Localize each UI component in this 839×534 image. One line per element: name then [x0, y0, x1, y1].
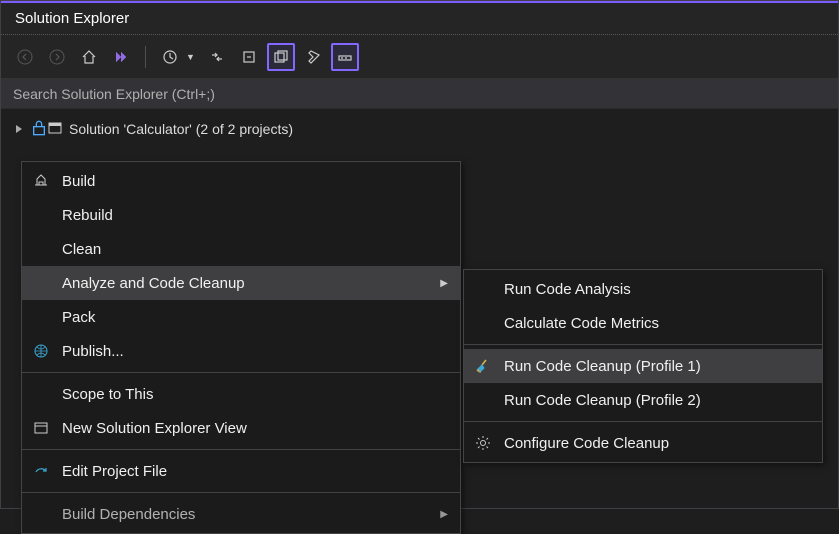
globe-icon	[30, 340, 52, 362]
home-button[interactable]	[75, 43, 103, 71]
menu-separator	[22, 372, 460, 373]
submenu-configure[interactable]: Configure Code Cleanup	[464, 426, 822, 460]
submenu-run-analysis[interactable]: Run Code Analysis	[464, 272, 822, 306]
solution-tree: Solution 'Calculator' (2 of 2 projects)	[1, 109, 838, 149]
preview-selected-button[interactable]	[331, 43, 359, 71]
solution-node[interactable]: Solution 'Calculator' (2 of 2 projects)	[1, 117, 838, 141]
solution-label: Solution 'Calculator' (2 of 2 projects)	[69, 121, 293, 137]
pending-changes-filter-button[interactable]	[156, 43, 184, 71]
gear-icon	[472, 432, 494, 454]
submenu-cleanup-profile1[interactable]: Run Code Cleanup (Profile 1)	[464, 349, 822, 383]
menu-label: Publish...	[62, 343, 448, 360]
submenu-calc-metrics[interactable]: Calculate Code Metrics	[464, 306, 822, 340]
search-placeholder: Search Solution Explorer (Ctrl+;)	[13, 86, 215, 102]
analyze-submenu: Run Code Analysis Calculate Code Metrics…	[463, 269, 823, 463]
menu-label: Run Code Cleanup (Profile 1)	[504, 358, 810, 375]
menu-label: Build Dependencies	[62, 506, 430, 523]
menu-scope[interactable]: Scope to This	[22, 377, 460, 411]
menu-build-deps[interactable]: Build Dependencies ▶	[22, 497, 460, 531]
submenu-arrow-icon: ▶	[440, 509, 448, 520]
menu-separator	[464, 421, 822, 422]
build-icon	[30, 170, 52, 192]
menu-label: Build	[62, 173, 448, 190]
menu-label: Analyze and Code Cleanup	[62, 275, 430, 292]
menu-edit-project[interactable]: Edit Project File	[22, 454, 460, 488]
menu-label: Edit Project File	[62, 463, 448, 480]
menu-build[interactable]: Build	[22, 164, 460, 198]
menu-separator	[22, 449, 460, 450]
menu-separator	[464, 344, 822, 345]
toolbar-separator	[145, 46, 146, 68]
project-context-menu: Build Rebuild Clean Analyze and Code Cle…	[21, 161, 461, 534]
menu-publish[interactable]: Publish...	[22, 334, 460, 368]
dropdown-chevron-icon[interactable]: ▼	[186, 52, 195, 62]
menu-label: Calculate Code Metrics	[504, 315, 810, 332]
search-input[interactable]: Search Solution Explorer (Ctrl+;)	[1, 79, 838, 109]
menu-label: Run Code Cleanup (Profile 2)	[504, 392, 810, 409]
menu-label: Rebuild	[62, 207, 448, 224]
expand-icon[interactable]	[13, 123, 25, 135]
lock-icon	[31, 120, 41, 139]
menu-label: Scope to This	[62, 386, 448, 403]
menu-label: New Solution Explorer View	[62, 420, 448, 437]
properties-button[interactable]	[299, 43, 327, 71]
submenu-cleanup-profile2[interactable]: Run Code Cleanup (Profile 2)	[464, 383, 822, 417]
back-button[interactable]	[11, 43, 39, 71]
menu-clean[interactable]: Clean	[22, 232, 460, 266]
menu-rebuild[interactable]: Rebuild	[22, 198, 460, 232]
window-icon	[30, 417, 52, 439]
menu-label: Clean	[62, 241, 448, 258]
menu-label: Configure Code Cleanup	[504, 435, 810, 452]
sync-button[interactable]	[203, 43, 231, 71]
switch-views-button[interactable]	[107, 43, 135, 71]
menu-new-view[interactable]: New Solution Explorer View	[22, 411, 460, 445]
toolbar: ▼	[1, 35, 838, 79]
menu-analyze[interactable]: Analyze and Code Cleanup ▶	[22, 266, 460, 300]
menu-separator	[22, 492, 460, 493]
submenu-arrow-icon: ▶	[440, 278, 448, 289]
broom-icon	[472, 355, 494, 377]
panel-title: Solution Explorer	[15, 10, 129, 27]
forward-button[interactable]	[43, 43, 71, 71]
menu-label: Pack	[62, 309, 448, 326]
panel-title-bar: Solution Explorer	[1, 1, 838, 35]
edit-icon	[30, 460, 52, 482]
solution-icon	[47, 120, 63, 139]
menu-pack[interactable]: Pack	[22, 300, 460, 334]
menu-label: Run Code Analysis	[504, 281, 810, 298]
collapse-all-button[interactable]	[235, 43, 263, 71]
show-all-files-button[interactable]	[267, 43, 295, 71]
